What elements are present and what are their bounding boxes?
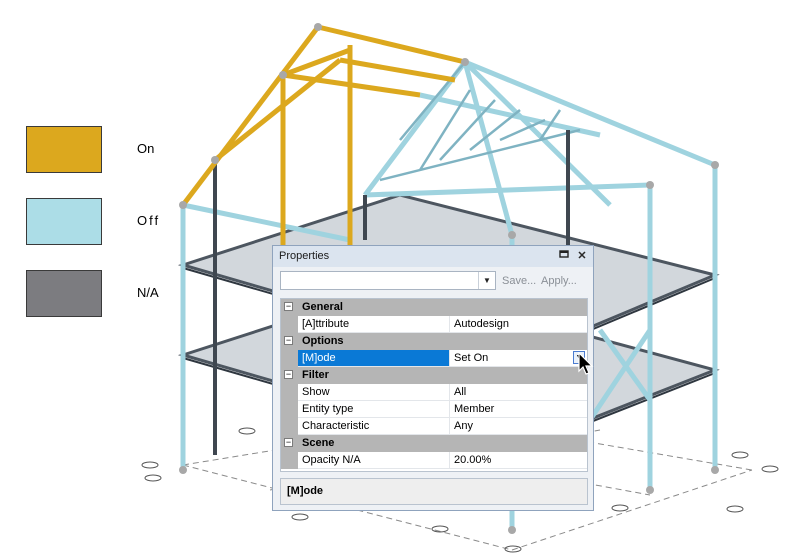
property-value[interactable]: All	[450, 384, 587, 400]
close-icon[interactable]: ✕	[575, 249, 589, 263]
property-name: Show	[298, 384, 450, 400]
description-panel: [M]ode	[280, 478, 588, 505]
property-name: Characteristic	[298, 418, 450, 434]
property-row-entity-type[interactable]: Entity type Member	[281, 401, 587, 418]
category-label: Filter	[302, 369, 329, 381]
category-filter[interactable]: − Filter	[281, 367, 587, 384]
property-row-characteristic[interactable]: Characteristic Any	[281, 418, 587, 435]
property-row-opacity-na[interactable]: Opacity N/A 20.00%	[281, 452, 587, 469]
category-label: General	[302, 301, 343, 313]
collapse-icon[interactable]: −	[284, 336, 293, 345]
category-scene[interactable]: − Scene	[281, 435, 587, 452]
property-grid[interactable]: − General [A]ttribute Autodesign − Optio…	[280, 298, 588, 472]
legend-swatch-na	[26, 270, 102, 317]
property-name: [M]ode	[298, 350, 450, 366]
chevron-down-icon[interactable]: ▼	[478, 272, 495, 289]
legend-label-off: Off	[137, 213, 161, 228]
property-name: Entity type	[298, 401, 450, 417]
row-gutter	[281, 452, 298, 469]
legend-swatch-off	[26, 198, 102, 245]
mouse-cursor-icon	[578, 352, 594, 375]
category-label: Options	[302, 335, 344, 347]
row-gutter	[281, 316, 298, 333]
row-gutter	[281, 384, 298, 401]
property-row-mode[interactable]: [M]ode Set On ▼	[281, 350, 587, 367]
row-gutter	[281, 418, 298, 435]
row-gutter	[281, 401, 298, 418]
apply-button[interactable]: Apply...	[541, 275, 577, 287]
property-row-attribute[interactable]: [A]ttribute Autodesign	[281, 316, 587, 333]
legend-label-na: N/A	[137, 285, 159, 300]
window-title: Properties	[279, 250, 330, 262]
legend-swatch-on	[26, 126, 102, 173]
pin-icon[interactable]	[557, 249, 571, 263]
category-options[interactable]: − Options	[281, 333, 587, 350]
property-value-dropdown[interactable]: Set On ▼	[450, 350, 587, 366]
property-name: Opacity N/A	[298, 452, 450, 468]
preset-combobox[interactable]: ▼	[280, 271, 496, 290]
property-value[interactable]: 20.00%	[450, 452, 587, 468]
collapse-icon[interactable]: −	[284, 438, 293, 447]
category-general[interactable]: − General	[281, 299, 587, 316]
property-name: [A]ttribute	[298, 316, 450, 332]
property-value[interactable]: Member	[450, 401, 587, 417]
row-gutter	[281, 350, 298, 367]
properties-window[interactable]: Properties ✕ ▼ Save... Apply... − Genera…	[272, 245, 594, 511]
collapse-icon[interactable]: −	[284, 302, 293, 311]
save-button[interactable]: Save...	[502, 275, 536, 287]
property-value[interactable]: Autodesign	[450, 316, 587, 332]
properties-toolbar: ▼ Save... Apply...	[273, 267, 593, 296]
category-label: Scene	[302, 437, 335, 449]
property-row-show[interactable]: Show All	[281, 384, 587, 401]
property-value: Set On	[454, 352, 489, 364]
properties-titlebar[interactable]: Properties ✕	[273, 246, 593, 268]
legend-label-on: On	[137, 141, 155, 156]
property-value[interactable]: Any	[450, 418, 587, 434]
collapse-icon[interactable]: −	[284, 370, 293, 379]
description-title: [M]ode	[287, 485, 324, 497]
